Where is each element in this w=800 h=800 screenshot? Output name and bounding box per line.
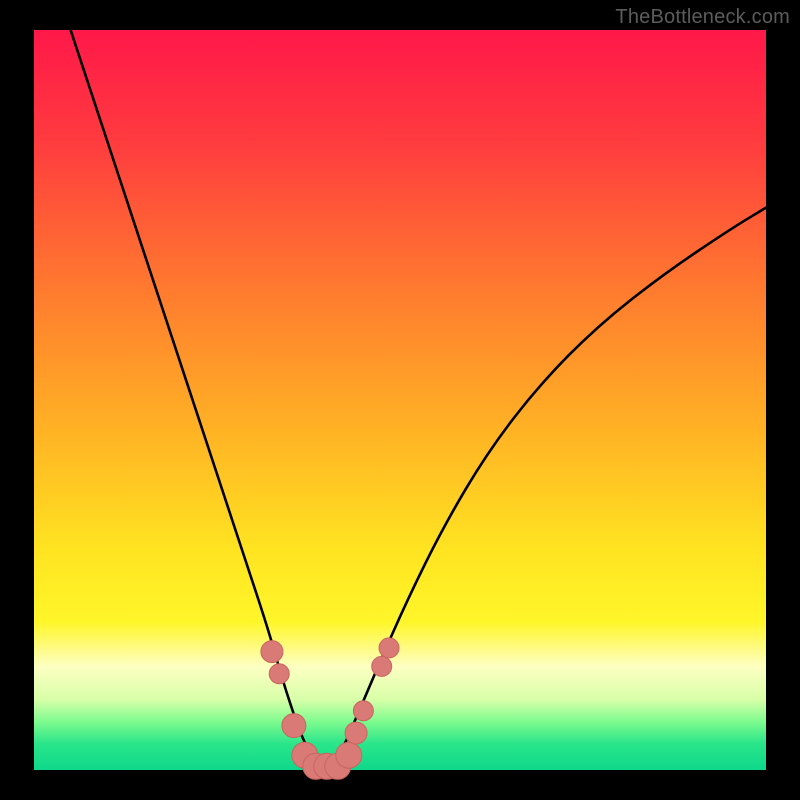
marker-point [353,701,373,721]
marker-point [345,722,367,744]
marker-point [372,656,392,676]
marker-point [282,714,306,738]
watermark-text: TheBottleneck.com [615,6,790,29]
plot-background [34,30,766,770]
marker-point [261,641,283,663]
chart-stage: TheBottleneck.com [0,0,800,800]
marker-point [269,664,289,684]
marker-point [336,742,362,768]
marker-point [379,638,399,658]
bottleneck-chart [0,0,800,800]
